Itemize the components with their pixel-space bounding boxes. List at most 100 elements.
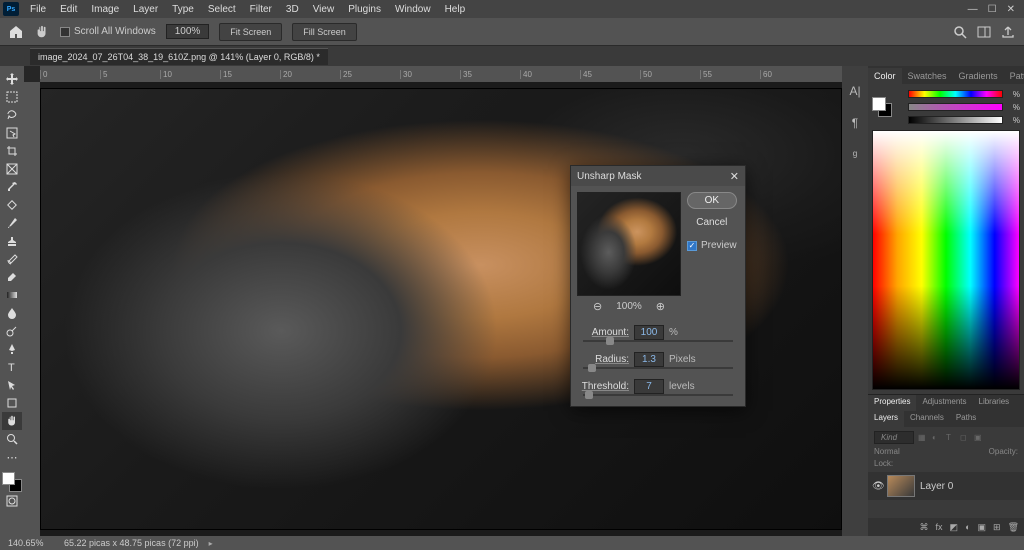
path-select-tool-icon[interactable] <box>2 376 22 394</box>
heal-tool-icon[interactable] <box>2 196 22 214</box>
menu-edit[interactable]: Edit <box>53 2 84 17</box>
edit-toolbar-icon[interactable]: ⋯ <box>2 448 22 466</box>
document-tab[interactable]: image_2024_07_26T04_38_19_610Z.png @ 141… <box>30 48 328 65</box>
hand-tool-icon[interactable] <box>34 25 50 39</box>
preview-checkbox[interactable]: ✓ Preview <box>687 240 737 251</box>
layer-name[interactable]: Layer 0 <box>920 481 953 492</box>
window-close-icon[interactable]: ✕ <box>1007 4 1015 15</box>
quickmask-icon[interactable] <box>2 492 22 510</box>
cancel-button[interactable]: Cancel <box>687 215 737 230</box>
zoom-in-icon[interactable]: ⊕ <box>656 300 665 313</box>
tab-adjustments[interactable]: Adjustments <box>916 395 972 411</box>
search-icon[interactable] <box>952 24 968 40</box>
object-select-tool-icon[interactable] <box>2 124 22 142</box>
tab-gradients[interactable]: Gradients <box>953 68 1004 84</box>
filter-type-icon[interactable]: T <box>946 433 956 443</box>
filter-pixel-icon[interactable]: ▦ <box>918 433 928 443</box>
amount-input[interactable]: 100 <box>634 325 664 340</box>
amount-slider[interactable] <box>583 340 733 342</box>
tab-color[interactable]: Color <box>868 68 902 84</box>
close-icon[interactable]: ✕ <box>730 170 739 183</box>
tab-channels[interactable]: Channels <box>904 411 950 427</box>
stamp-tool-icon[interactable] <box>2 232 22 250</box>
home-icon[interactable] <box>8 24 24 40</box>
gradient-tool-icon[interactable] <box>2 286 22 304</box>
hand-tool-icon[interactable] <box>2 412 22 430</box>
link-layers-icon[interactable]: ⌘ <box>920 522 929 533</box>
shape-tool-icon[interactable] <box>2 394 22 412</box>
frame-tool-icon[interactable] <box>2 160 22 178</box>
marquee-tool-icon[interactable] <box>2 88 22 106</box>
glyphs-panel-icon[interactable]: ᵍ <box>847 148 863 164</box>
eyedropper-tool-icon[interactable] <box>2 178 22 196</box>
menu-select[interactable]: Select <box>201 2 243 17</box>
tab-patterns[interactable]: Patterns <box>1004 68 1024 84</box>
zoom-tool-icon[interactable] <box>2 430 22 448</box>
pen-tool-icon[interactable] <box>2 340 22 358</box>
trash-icon[interactable]: 🗑 <box>1008 522 1019 533</box>
radius-input[interactable]: 1.3 <box>634 352 664 367</box>
new-layer-icon[interactable]: ⊞ <box>993 522 1001 533</box>
blur-tool-icon[interactable] <box>2 304 22 322</box>
paragraph-panel-icon[interactable]: ¶ <box>847 116 863 132</box>
dialog-preview[interactable] <box>577 192 681 296</box>
menu-layer[interactable]: Layer <box>126 2 165 17</box>
threshold-input[interactable]: 7 <box>634 379 664 394</box>
tab-properties[interactable]: Properties <box>868 395 916 411</box>
menu-view[interactable]: View <box>306 2 342 17</box>
bri-slider[interactable] <box>908 116 1003 124</box>
filter-adjust-icon[interactable]: ◐ <box>932 433 942 443</box>
layer-thumbnail[interactable] <box>887 475 915 497</box>
history-brush-tool-icon[interactable] <box>2 250 22 268</box>
eraser-tool-icon[interactable] <box>2 268 22 286</box>
menu-window[interactable]: Window <box>388 2 438 17</box>
type-tool-icon[interactable]: T <box>2 358 22 376</box>
zoom-level-button[interactable]: 100% <box>166 24 210 39</box>
tab-paths[interactable]: Paths <box>950 411 982 427</box>
blend-mode-dropdown[interactable]: Normal <box>874 447 900 456</box>
fill-screen-button[interactable]: Fill Screen <box>292 23 357 41</box>
radius-slider[interactable] <box>583 367 733 369</box>
layer-row[interactable]: 👁 Layer 0 <box>868 472 1024 500</box>
share-icon[interactable] <box>1000 24 1016 40</box>
lasso-tool-icon[interactable] <box>2 106 22 124</box>
window-minimize-icon[interactable]: — <box>968 4 978 15</box>
dodge-tool-icon[interactable] <box>2 322 22 340</box>
layer-filter-kind[interactable]: Kind <box>874 431 914 444</box>
tab-libraries[interactable]: Libraries <box>973 395 1016 411</box>
filter-smart-icon[interactable]: ▣ <box>974 433 984 443</box>
color-spectrum[interactable] <box>872 130 1020 390</box>
scroll-all-windows-checkbox[interactable]: Scroll All Windows <box>60 26 156 37</box>
menu-file[interactable]: File <box>23 2 53 17</box>
status-zoom[interactable]: 140.65% <box>8 538 54 548</box>
menu-help[interactable]: Help <box>438 2 473 17</box>
color-swatches[interactable] <box>2 472 22 492</box>
layer-mask-icon[interactable]: ◩ <box>950 522 959 533</box>
brush-tool-icon[interactable] <box>2 214 22 232</box>
move-tool-icon[interactable] <box>2 70 22 88</box>
menu-plugins[interactable]: Plugins <box>341 2 388 17</box>
sat-slider[interactable] <box>908 103 1003 111</box>
filter-shape-icon[interactable]: ◻ <box>960 433 970 443</box>
menu-3d[interactable]: 3D <box>279 2 306 17</box>
window-maximize-icon[interactable]: ☐ <box>988 4 997 15</box>
menu-type[interactable]: Type <box>165 2 201 17</box>
ok-button[interactable]: OK <box>687 192 737 209</box>
fg-bg-swatches[interactable] <box>872 97 892 117</box>
adjustment-layer-icon[interactable]: ◐ <box>965 522 970 532</box>
hue-slider[interactable] <box>908 90 1003 98</box>
tab-swatches[interactable]: Swatches <box>902 68 953 84</box>
layer-style-icon[interactable]: fx <box>936 522 943 532</box>
fit-screen-button[interactable]: Fit Screen <box>219 23 282 41</box>
tab-layers[interactable]: Layers <box>868 411 904 427</box>
threshold-slider[interactable] <box>583 394 733 396</box>
status-doc-info[interactable]: 65.22 picas x 48.75 picas (72 ppi) <box>64 538 199 548</box>
character-panel-icon[interactable]: A| <box>847 84 863 100</box>
group-icon[interactable]: ▣ <box>978 522 987 533</box>
menu-filter[interactable]: Filter <box>243 2 279 17</box>
crop-tool-icon[interactable] <box>2 142 22 160</box>
workspace-icon[interactable] <box>976 24 992 40</box>
menu-image[interactable]: Image <box>84 2 126 17</box>
status-chevron-icon[interactable]: ▸ <box>209 539 213 548</box>
visibility-eye-icon[interactable]: 👁 <box>872 481 882 492</box>
